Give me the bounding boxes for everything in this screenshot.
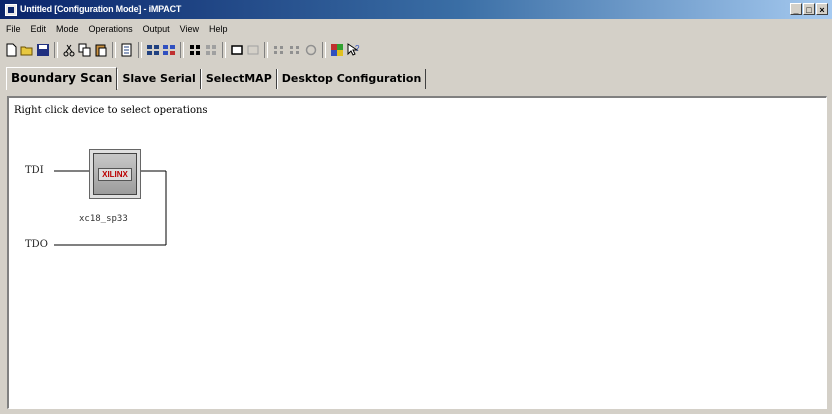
- program-icon[interactable]: [162, 43, 176, 57]
- device-disabled-icon[interactable]: [246, 43, 260, 57]
- jtag-chain-wires: [54, 170, 167, 246]
- toolbar-separator: [222, 42, 226, 58]
- new-icon[interactable]: [4, 43, 18, 57]
- cut-icon[interactable]: [62, 43, 76, 57]
- refresh-icon[interactable]: [304, 43, 318, 57]
- menu-bar: File Edit Mode Operations Output View He…: [0, 21, 832, 37]
- chain-icon[interactable]: [188, 43, 202, 57]
- title-bar[interactable]: Untitled [Configuration Mode] - iMPACT _…: [0, 0, 832, 19]
- menu-edit[interactable]: Edit: [31, 24, 47, 34]
- menu-operations[interactable]: Operations: [89, 24, 133, 34]
- toolbar-separator: [180, 42, 184, 58]
- boundary-scan-canvas[interactable]: Right click device to select operations …: [7, 96, 827, 409]
- device-chip[interactable]: XILINX: [89, 149, 141, 199]
- tab-boundary-scan[interactable]: Boundary Scan: [6, 67, 118, 90]
- menu-file[interactable]: File: [6, 24, 21, 34]
- menu-help[interactable]: Help: [209, 24, 228, 34]
- menu-view[interactable]: View: [180, 24, 199, 34]
- toolbar-separator: [322, 42, 326, 58]
- chain-disabled-icon[interactable]: [204, 43, 218, 57]
- minimize-button[interactable]: _: [790, 3, 802, 15]
- color-icon[interactable]: [330, 43, 344, 57]
- mode-tabs: Boundary Scan Slave Serial SelectMAP Des…: [6, 67, 427, 91]
- window-title: Untitled [Configuration Mode] - iMPACT: [20, 4, 182, 14]
- toolbar-separator: [264, 42, 268, 58]
- tab-slave-serial[interactable]: Slave Serial: [117, 69, 201, 89]
- scan2-icon[interactable]: [288, 43, 302, 57]
- device-icon[interactable]: [230, 43, 244, 57]
- tab-selectmap[interactable]: SelectMAP: [200, 69, 277, 89]
- copy-icon[interactable]: [78, 43, 92, 57]
- open-icon[interactable]: [20, 43, 34, 57]
- toolbar-separator: [138, 42, 142, 58]
- scan-icon[interactable]: [272, 43, 286, 57]
- toolbar-separator: [112, 42, 116, 58]
- close-button[interactable]: ×: [816, 3, 828, 15]
- paste-icon[interactable]: [94, 43, 108, 57]
- menu-output[interactable]: Output: [143, 24, 170, 34]
- save-icon[interactable]: [36, 43, 50, 57]
- help-pointer-icon[interactable]: ?: [346, 43, 360, 57]
- toolbar: ?: [4, 39, 362, 61]
- toolbar-separator: [54, 42, 58, 58]
- tab-desktop-configuration[interactable]: Desktop Configuration: [276, 69, 427, 89]
- page-icon[interactable]: [120, 43, 134, 57]
- tdo-label: TDO: [25, 239, 48, 250]
- window-controls: _ □ ×: [790, 3, 828, 15]
- device-name: xc18_sp33: [79, 214, 128, 224]
- device-chip-body: XILINX: [93, 153, 137, 195]
- app-icon[interactable]: [5, 4, 17, 16]
- grid-icon[interactable]: [146, 43, 160, 57]
- menu-mode[interactable]: Mode: [56, 24, 79, 34]
- maximize-button[interactable]: □: [803, 3, 815, 15]
- svg-text:?: ?: [355, 44, 360, 53]
- xilinx-logo: XILINX: [98, 167, 132, 181]
- tdi-label: TDI: [25, 165, 44, 176]
